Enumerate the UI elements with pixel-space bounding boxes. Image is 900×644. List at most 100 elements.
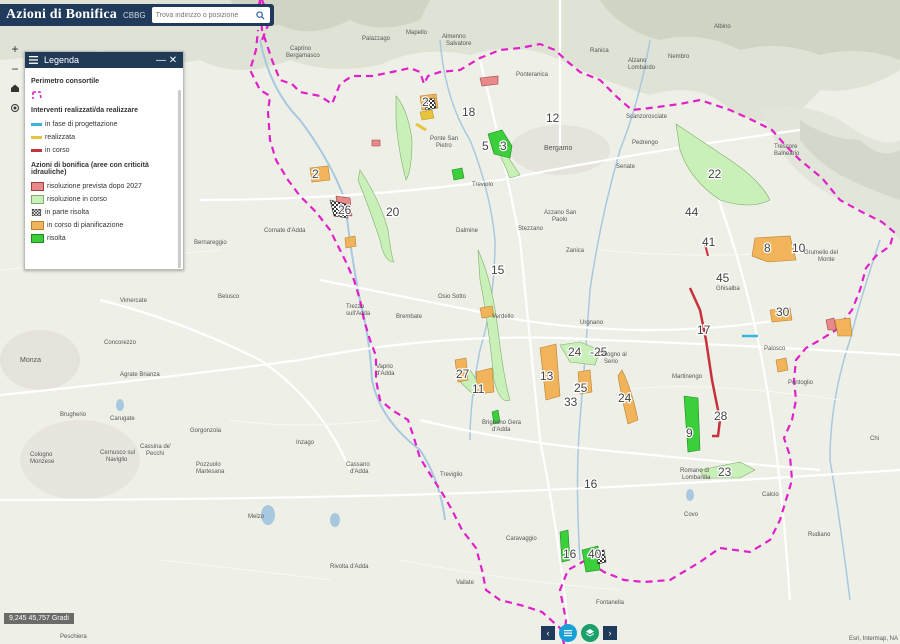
svg-text:Trescore: Trescore: [774, 144, 798, 150]
svg-text:Chi: Chi: [870, 436, 879, 442]
locate-button[interactable]: [8, 102, 22, 116]
svg-text:Fontanella: Fontanella: [596, 600, 625, 606]
svg-text:Carugate: Carugate: [110, 416, 135, 422]
legend-toggle-button[interactable]: [559, 624, 577, 642]
svg-text:Cernusco sul: Cernusco sul: [100, 450, 135, 456]
svg-text:Vimercate: Vimercate: [120, 298, 148, 304]
svg-text:40: 40: [588, 547, 602, 561]
coordinate-readout: 9,245 45,757 Gradi: [4, 613, 74, 624]
legend-minimize-button[interactable]: —: [155, 55, 167, 66]
prev-button[interactable]: ‹: [541, 626, 555, 640]
svg-text:Martesana: Martesana: [196, 469, 225, 475]
lake-4: [686, 489, 694, 501]
svg-text:Gorgonzola: Gorgonzola: [190, 428, 222, 434]
svg-text:Ponteranica: Ponteranica: [516, 72, 549, 78]
svg-text:d'Adda: d'Adda: [376, 371, 395, 377]
next-button[interactable]: ›: [603, 626, 617, 640]
svg-text:Verdello: Verdello: [492, 314, 514, 320]
svg-text:9: 9: [686, 426, 693, 440]
legend-title: Legenda: [44, 55, 80, 65]
svg-text:Nembro: Nembro: [668, 54, 690, 60]
legend-item-realizzata: realizzata: [31, 131, 177, 143]
legend-label: risolta: [47, 234, 66, 242]
legend-body: Perimetro consortile Interventi realizza…: [25, 68, 183, 268]
svg-text:Alzano: Alzano: [628, 58, 647, 64]
search-button[interactable]: [252, 7, 270, 23]
legend-item-dopo-2027: risoluzione prevista dopo 2027: [31, 180, 177, 192]
svg-text:45: 45: [716, 271, 730, 285]
svg-text:Rivolta d'Adda: Rivolta d'Adda: [330, 564, 369, 570]
legend-close-button[interactable]: ✕: [167, 55, 179, 66]
bottom-toolbar: ‹ ›: [541, 624, 617, 642]
svg-text:Brugherio: Brugherio: [60, 412, 87, 418]
svg-text:Pontoglio: Pontoglio: [788, 380, 814, 386]
home-button[interactable]: [8, 82, 22, 96]
legend-swatch: [31, 208, 42, 216]
svg-text:41: 41: [702, 235, 716, 249]
svg-text:Paolo: Paolo: [552, 217, 568, 223]
svg-text:Grumello del: Grumello del: [804, 250, 838, 256]
legend-label: in parte risolta: [45, 208, 89, 216]
svg-text:Treviglio: Treviglio: [440, 472, 463, 478]
legend-swatch: [31, 148, 42, 152]
lake-3: [116, 399, 124, 411]
svg-text:Almenno: Almenno: [442, 34, 466, 40]
svg-text:28: 28: [714, 409, 728, 423]
legend-swatch: [31, 220, 44, 230]
map-app: 2 26 20 2 18 12 5 3 22 44 41 8 10 45 15 …: [0, 0, 900, 644]
legend-section-interventi: Interventi realizzati/da realizzare: [31, 107, 138, 114]
svg-text:Cologno al: Cologno al: [598, 352, 627, 358]
svg-text:Salvatore: Salvatore: [446, 41, 472, 47]
svg-text:24: 24: [618, 391, 632, 405]
layers-button[interactable]: [581, 624, 599, 642]
svg-text:Pietro: Pietro: [436, 143, 452, 149]
legend-label: risoluzione in corso: [47, 195, 107, 203]
svg-text:Rudiano: Rudiano: [808, 532, 831, 538]
svg-text:Brignano Gera: Brignano Gera: [482, 420, 522, 426]
svg-text:Cornate d'Adda: Cornate d'Adda: [264, 228, 306, 234]
svg-text:Vaprio: Vaprio: [376, 364, 394, 370]
svg-text:2: 2: [312, 167, 319, 181]
zoom-out-button[interactable]: −: [8, 62, 22, 76]
svg-text:Monte: Monte: [818, 257, 835, 263]
legend-item-risolta: risolta: [31, 232, 177, 244]
svg-text:Stezzano: Stezzano: [518, 226, 544, 232]
svg-text:Treviolo: Treviolo: [472, 182, 494, 188]
app-title: Azioni di Bonifica: [6, 7, 117, 22]
svg-text:23: 23: [718, 465, 732, 479]
svg-text:Mapello: Mapello: [406, 30, 428, 36]
svg-text:Bergamasco: Bergamasco: [286, 53, 320, 59]
legend-item-progettazione: in fase di progettazione: [31, 118, 177, 130]
legend-label: realizzata: [45, 133, 75, 141]
zoom-in-button[interactable]: +: [8, 42, 22, 56]
svg-text:Azzano San: Azzano San: [544, 210, 576, 216]
svg-text:15: 15: [491, 263, 505, 277]
svg-text:Peschiera: Peschiera: [60, 634, 87, 640]
legend-item-in-corso: in corso: [31, 144, 177, 156]
svg-text:Osio Sotto: Osio Sotto: [438, 294, 467, 300]
legend-label: in fase di progettazione: [45, 120, 118, 128]
svg-text:11: 11: [472, 382, 485, 396]
svg-text:8: 8: [764, 241, 771, 255]
svg-text:Cassina de': Cassina de': [140, 444, 171, 450]
legend-swatch: [31, 135, 42, 139]
search-input[interactable]: [151, 10, 254, 20]
svg-text:Zanica: Zanica: [566, 248, 585, 254]
svg-text:16: 16: [584, 477, 598, 491]
svg-text:Monza: Monza: [20, 357, 41, 364]
svg-text:Calcio: Calcio: [762, 492, 779, 498]
locate-icon: [11, 104, 19, 112]
svg-text:Ghisalba: Ghisalba: [716, 286, 740, 292]
layers-icon: [585, 629, 595, 637]
svg-text:Lombardo: Lombardo: [628, 65, 656, 71]
svg-text:Concorezzo: Concorezzo: [104, 340, 137, 346]
svg-text:Caravaggio: Caravaggio: [506, 536, 537, 542]
legend-section-azioni: Azioni di bonifica (aree con criticità i…: [31, 162, 149, 176]
svg-text:Bernareggio: Bernareggio: [194, 240, 227, 246]
legend-perimetro-symbol: [31, 89, 177, 101]
svg-text:26: 26: [338, 203, 352, 217]
svg-text:Lombardia: Lombardia: [682, 475, 711, 481]
svg-text:20: 20: [386, 205, 400, 219]
legend-scrollbar[interactable]: [178, 90, 181, 268]
svg-text:Martinengo: Martinengo: [672, 374, 703, 380]
